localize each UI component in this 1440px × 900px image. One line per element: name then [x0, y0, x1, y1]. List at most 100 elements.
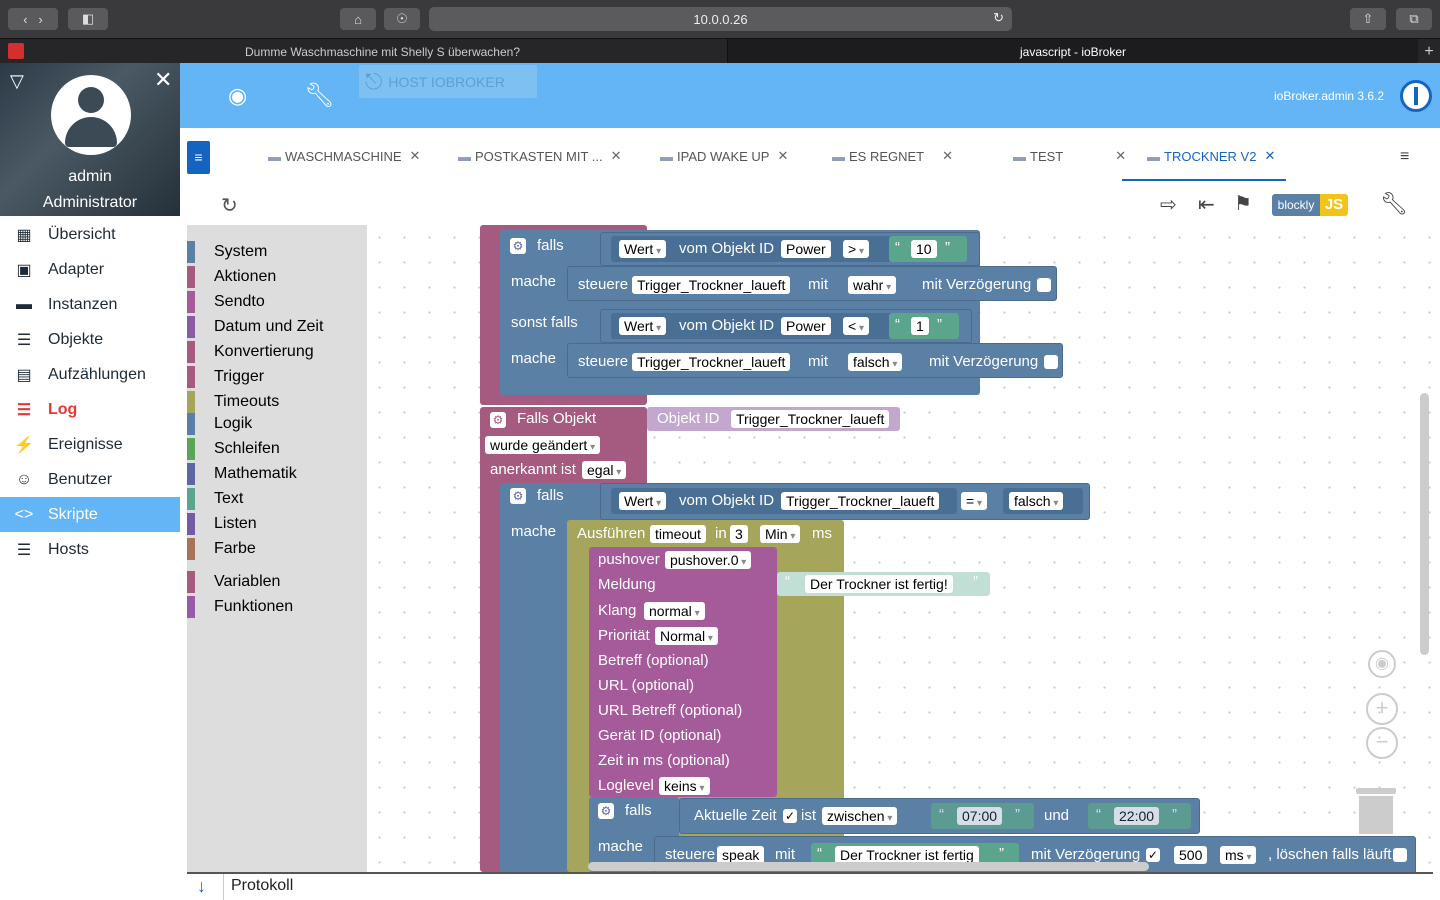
nav-item-skripte[interactable]: <> Skripte — [0, 497, 180, 532]
clear-running-checkbox[interactable] — [1393, 848, 1407, 862]
horizontal-scrollbar[interactable] — [588, 862, 1149, 871]
time-operator-dropdown[interactable]: zwischen — [822, 807, 898, 825]
time-to-block[interactable]: “ 22:00 ” — [1088, 803, 1191, 829]
instance-dropdown[interactable]: pushover.0 — [665, 551, 752, 569]
toolbox-category[interactable]: Farbe — [187, 536, 256, 561]
operator-dropdown[interactable]: < — [843, 317, 869, 335]
home-icon[interactable]: ⌂ — [340, 8, 376, 30]
tabs-menu-icon[interactable]: ≡ — [1400, 148, 1409, 166]
close-tab-icon[interactable]: ✕ — [410, 148, 421, 164]
bool-dropdown[interactable]: wahr — [848, 276, 897, 294]
nav-item-aufzaehlungen[interactable]: ▤ Aufzählungen — [0, 357, 180, 392]
operator-dropdown[interactable]: > — [843, 240, 869, 258]
forward-icon[interactable]: › — [38, 12, 42, 27]
nav-item-hosts[interactable]: ☰ Hosts — [0, 532, 180, 567]
time-compare-block[interactable]: Aktuelle Zeit ✓ ist zwischen “ 07:00 ” u… — [679, 798, 1200, 834]
vertical-scrollbar[interactable] — [1420, 393, 1429, 655]
toolbox-category[interactable]: Mathematik — [187, 461, 297, 486]
text-value[interactable]: 10 — [911, 240, 937, 258]
close-tab-icon[interactable]: ✕ — [1115, 148, 1126, 164]
timeout-name-field[interactable]: timeout — [650, 525, 706, 543]
host-selector[interactable]: ⎋ HOST IOBROKER — [359, 65, 537, 98]
wert-dropdown[interactable]: Wert — [619, 492, 667, 510]
text-block[interactable]: “ 10 ” — [889, 236, 967, 262]
close-tab-icon[interactable]: ✕ — [777, 148, 788, 164]
export-icon[interactable]: ⇨ — [1160, 192, 1177, 217]
objekt-id-block[interactable]: Objekt ID Trigger_Trockner_laueft — [647, 407, 900, 431]
settings-wrench-icon[interactable]: 🔧︎ — [1380, 191, 1408, 217]
delay-checkbox[interactable]: ✓ — [1146, 848, 1160, 862]
toolbox-category[interactable]: System — [187, 239, 267, 264]
objekt-id-field[interactable]: Trigger_Trockner_laueft — [781, 492, 940, 510]
nav-item-adapter[interactable]: ▣ Adapter — [0, 252, 180, 287]
close-tab-icon[interactable]: ✕ — [1264, 148, 1275, 164]
delay-value-field[interactable]: 3 — [730, 525, 748, 543]
toolbox-category[interactable]: Sendto — [187, 289, 265, 314]
blockly-workspace[interactable]: ⚙ falls mache sonst falls mache Wert vom… — [367, 225, 1433, 872]
toolbox-category[interactable]: Text — [187, 486, 243, 511]
text-value[interactable]: 1 — [911, 317, 929, 335]
compare-block-3[interactable]: Wert vom Objekt ID Trigger_Trockner_laue… — [600, 483, 1090, 520]
time-to-value[interactable]: 22:00 — [1114, 807, 1160, 825]
ack-dropdown[interactable]: egal — [582, 461, 627, 479]
bool-dropdown[interactable]: falsch — [1009, 492, 1064, 510]
toolbox-category[interactable]: Funktionen — [187, 594, 293, 619]
nav-item-uebersicht[interactable]: ▦ Übersicht — [0, 217, 180, 252]
set-state-block-1[interactable]: steuere Trigger_Trockner_laueft mit wahr… — [567, 266, 1057, 301]
tabs-overview-icon[interactable]: ⧉ — [1396, 8, 1432, 30]
new-tab-icon[interactable]: + — [1418, 39, 1440, 64]
close-tab-icon[interactable]: ✕ — [611, 148, 622, 164]
klang-dropdown[interactable]: normal — [644, 602, 705, 620]
delay-value-field[interactable]: 500 — [1174, 846, 1208, 864]
back-icon[interactable]: ‹ — [23, 12, 27, 27]
toolbox-category[interactable]: Aktionen — [187, 264, 276, 289]
meldung-text-block[interactable]: “ Der Trockner ist fertig! ” — [777, 572, 990, 596]
zoom-out-icon[interactable]: − — [1366, 727, 1398, 759]
compare-block-1[interactable]: Wert vom Objekt ID Power > “ 10 ” — [600, 232, 980, 266]
variable-field[interactable]: Trigger_Trockner_laueft — [632, 276, 791, 294]
reload-icon[interactable]: ↻ — [993, 10, 1004, 26]
nav-item-benutzer[interactable]: ☺ Benutzer — [0, 462, 180, 497]
collapse-menu-icon[interactable]: ▽ — [10, 71, 24, 92]
js-mode[interactable]: JS — [1320, 194, 1348, 216]
prioritaet-dropdown[interactable]: Normal — [655, 627, 718, 645]
operator-dropdown[interactable]: = — [961, 492, 987, 510]
loglevel-dropdown[interactable]: keins — [659, 777, 710, 795]
nav-item-log[interactable]: ☰ Log — [0, 392, 180, 427]
set-state-block-2[interactable]: steuere Trigger_Trockner_laueft mit fals… — [567, 343, 1063, 378]
text-block[interactable]: “ 1 ” — [889, 313, 959, 339]
delay-checkbox[interactable] — [1044, 355, 1058, 369]
trigger-type-dropdown[interactable]: wurde geändert — [485, 436, 601, 454]
objekt-id-value[interactable]: Trigger_Trockner_laueft — [731, 410, 890, 428]
toolbox-category[interactable]: Datum und Zeit — [187, 314, 323, 339]
sidebar-toggle-icon[interactable]: ◧ — [68, 8, 108, 30]
pushover-block[interactable]: pushover pushover.0 Meldung Klang normal… — [589, 547, 777, 797]
meldung-text-value[interactable]: Der Trockner ist fertig! — [805, 575, 953, 593]
browser-tab-2[interactable]: javascript - ioBroker — [728, 39, 1418, 64]
gear-icon[interactable]: ⚙ — [598, 803, 614, 819]
toolbox-category[interactable]: Schleifen — [187, 436, 280, 461]
time-from-block[interactable]: “ 07:00 ” — [931, 803, 1034, 829]
blockly-js-toggle[interactable]: blockly JS — [1272, 194, 1348, 216]
nav-item-instanzen[interactable]: ▬ Instanzen — [0, 287, 180, 322]
wert-dropdown[interactable]: Wert — [619, 317, 667, 335]
share-icon[interactable]: ⇧ — [1350, 8, 1386, 30]
variable-field[interactable]: Trigger_Trockner_laueft — [632, 353, 791, 371]
back-forward-buttons[interactable]: ‹ › — [8, 8, 58, 30]
arrow-down-icon[interactable]: ↓ — [197, 876, 206, 897]
pinned-tab-icon[interactable] — [8, 43, 24, 59]
script-tab-trockner-v2[interactable]: ▬ TROCKNER V2 ✕ — [1147, 148, 1275, 164]
gear-icon[interactable]: ⚙ — [490, 412, 506, 428]
toolbox-category[interactable]: Listen — [187, 511, 257, 536]
gear-icon[interactable]: ⚙ — [510, 238, 526, 254]
toolbox-category[interactable]: Konvertierung — [187, 339, 314, 364]
script-tab-postkasten[interactable]: ▬ POSTKASTEN MIT ... ✕ — [458, 148, 622, 164]
menu-toggle-icon[interactable]: ≡ — [187, 141, 210, 174]
toolbox-category[interactable]: Logik — [187, 411, 252, 436]
toolbox-category[interactable]: Variablen — [187, 569, 280, 594]
delay-checkbox[interactable] — [1037, 278, 1051, 292]
bool-block[interactable]: falsch — [1003, 488, 1083, 514]
script-tab-test[interactable]: ▬ TEST ✕ — [1013, 148, 1126, 164]
checkered-flag-icon[interactable]: ⚑ — [1234, 191, 1252, 216]
zoom-in-icon[interactable]: + — [1366, 693, 1398, 725]
